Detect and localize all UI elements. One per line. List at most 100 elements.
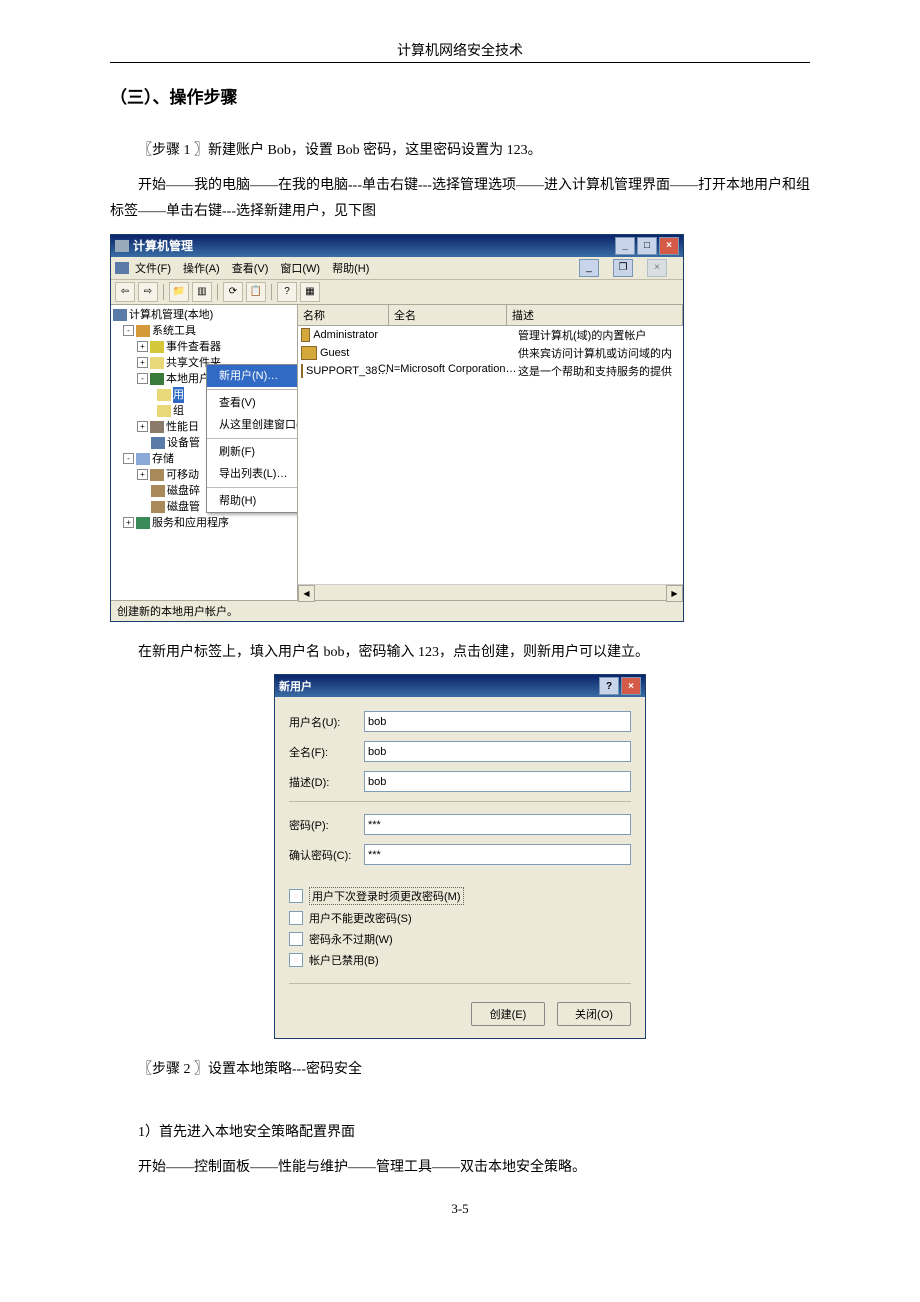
list-item[interactable]: SUPPORT_38…CN=Microsoft Corporation…这是一个… [298, 362, 683, 380]
expand-icon[interactable]: + [137, 421, 148, 432]
export-icon[interactable]: 📋 [246, 282, 266, 302]
expand-icon[interactable]: + [123, 517, 134, 528]
ctx-export[interactable]: 导出列表(L)… [207, 463, 298, 485]
minimize-button[interactable]: _ [615, 237, 635, 255]
maximize-button[interactable]: □ [637, 237, 657, 255]
password-input[interactable] [364, 814, 631, 835]
views-icon[interactable]: ▦ [300, 282, 320, 302]
step2-title: 〖步骤 2 〗设置本地策略---密码安全 [110, 1057, 810, 1084]
device-icon [151, 437, 165, 449]
collapse-icon[interactable]: - [123, 325, 134, 336]
forward-icon[interactable]: ⇨ [138, 282, 158, 302]
close-button[interactable]: × [659, 237, 679, 255]
list-item[interactable]: Administrator管理计算机(域)的内置帐户 [298, 326, 683, 344]
event-icon [150, 341, 164, 353]
menu-help[interactable]: 帮助(H) [332, 260, 369, 276]
section-title: （三）、操作步骤 [110, 83, 810, 108]
tree-users-selected[interactable]: 用 [173, 387, 184, 403]
tree-storage[interactable]: 存储 [152, 451, 174, 467]
menu-action[interactable]: 操作(A) [183, 260, 220, 276]
mdi-restore-button[interactable]: ❐ [613, 259, 633, 277]
create-button[interactable]: 创建(E) [471, 1002, 545, 1026]
tree-perf[interactable]: 性能日 [166, 419, 199, 435]
menubar: 文件(F) 操作(A) 查看(V) 窗口(W) 帮助(H) _ ❐ × [111, 257, 683, 280]
step1-p2: 在新用户标签上，填入用户名 bob，密码输入 123，点击创建，则新用户可以建立… [110, 640, 810, 667]
scroll-left-icon[interactable]: ◀ [298, 585, 315, 602]
perf-icon [150, 421, 164, 433]
titlebar[interactable]: 计算机管理 _ □ × [111, 235, 683, 257]
username-input[interactable] [364, 711, 631, 732]
checkbox-noexpire[interactable] [289, 932, 303, 946]
tree-defrag[interactable]: 磁盘碎 [167, 483, 200, 499]
checkbox-mustchange[interactable] [289, 889, 303, 903]
list-item[interactable]: Guest供来宾访问计算机或访问域的内 [298, 344, 683, 362]
tree-groups[interactable]: 组 [173, 403, 184, 419]
step1-title: 〖步骤 1 〗新建账户 Bob，设置 Bob 密码，这里密码设置为 123。 [110, 138, 810, 165]
user-icon [301, 364, 303, 378]
refresh-icon[interactable]: ⟳ [223, 282, 243, 302]
monitor-icon [115, 240, 129, 252]
monitor-icon [115, 262, 129, 274]
computer-icon [113, 309, 127, 321]
page-footer: 3-5 [110, 1201, 810, 1217]
ctx-refresh[interactable]: 刷新(F) [207, 441, 298, 463]
column-headers[interactable]: 名称 全名 描述 [298, 305, 683, 326]
close-button[interactable]: × [621, 677, 641, 695]
folder-icon [157, 405, 171, 417]
menu-view[interactable]: 查看(V) [232, 260, 269, 276]
expand-icon[interactable]: + [137, 469, 148, 480]
confirm-password-input[interactable] [364, 844, 631, 865]
help-icon[interactable]: ? [277, 282, 297, 302]
ctx-help[interactable]: 帮助(H) [207, 490, 298, 512]
step2-p1: 1）首先进入本地安全策略配置界面 [110, 1120, 810, 1147]
defrag-icon [151, 485, 165, 497]
properties-icon[interactable]: ▥ [192, 282, 212, 302]
expand-icon[interactable]: + [137, 357, 148, 368]
label-username: 用户名(U): [289, 714, 364, 730]
label-cannotchange: 用户不能更改密码(S) [309, 910, 412, 926]
ctx-view[interactable]: 查看(V) [207, 392, 298, 414]
diskmgmt-icon [151, 501, 165, 513]
checkbox-disabled[interactable] [289, 953, 303, 967]
close-dialog-button[interactable]: 关闭(O) [557, 1002, 631, 1026]
up-icon[interactable]: 📁 [169, 282, 189, 302]
collapse-icon[interactable]: - [123, 453, 134, 464]
back-icon[interactable]: ⇦ [115, 282, 135, 302]
folder-icon [157, 389, 171, 401]
ctx-new-user[interactable]: 新用户(N)… [207, 365, 298, 387]
ctx-new-window[interactable]: 从这里创建窗口(W) [207, 414, 298, 436]
tree-pane[interactable]: 计算机管理(本地) -系统工具 +事件查看器 +共享文件夹 -本地用户和组 用 … [111, 305, 298, 600]
list-pane: 名称 全名 描述 Administrator管理计算机(域)的内置帐户 Gues… [298, 305, 683, 600]
horizontal-scrollbar[interactable]: ◀ ▶ [298, 584, 683, 600]
menu-file[interactable]: 文件(F) [135, 260, 171, 276]
tree-services[interactable]: 服务和应用程序 [152, 515, 229, 531]
fullname-input[interactable] [364, 741, 631, 762]
page-header: 计算机网络安全技术 [110, 40, 810, 63]
tree-systools[interactable]: 系统工具 [152, 323, 196, 339]
help-button[interactable]: ? [599, 677, 619, 695]
col-fullname[interactable]: 全名 [389, 305, 507, 325]
collapse-icon[interactable]: - [137, 373, 148, 384]
tree-root[interactable]: 计算机管理(本地) [129, 307, 213, 323]
col-desc[interactable]: 描述 [507, 305, 683, 325]
tree-removable[interactable]: 可移动 [166, 467, 199, 483]
label-mustchange: 用户下次登录时须更改密码(M) [309, 887, 464, 905]
tree-device[interactable]: 设备管 [167, 435, 200, 451]
removable-icon [150, 469, 164, 481]
desc-input[interactable] [364, 771, 631, 792]
checkbox-cannotchange[interactable] [289, 911, 303, 925]
col-name[interactable]: 名称 [298, 305, 389, 325]
label-password: 密码(P): [289, 817, 364, 833]
dialog-titlebar[interactable]: 新用户 ? × [275, 675, 645, 697]
menu-window[interactable]: 窗口(W) [280, 260, 320, 276]
expand-icon[interactable]: + [137, 341, 148, 352]
mdi-close-button[interactable]: × [647, 259, 667, 277]
scroll-right-icon[interactable]: ▶ [666, 585, 683, 602]
share-icon [150, 357, 164, 369]
mdi-minimize-button[interactable]: _ [579, 259, 599, 277]
tree-diskmgmt[interactable]: 磁盘管 [167, 499, 200, 515]
tree-event[interactable]: 事件查看器 [166, 339, 221, 355]
step1-instructions: 开始——我的电脑——在我的电脑---单击右键---选择管理选项——进入计算机管理… [110, 173, 810, 226]
users-group-icon [150, 373, 164, 385]
services-icon [136, 517, 150, 529]
